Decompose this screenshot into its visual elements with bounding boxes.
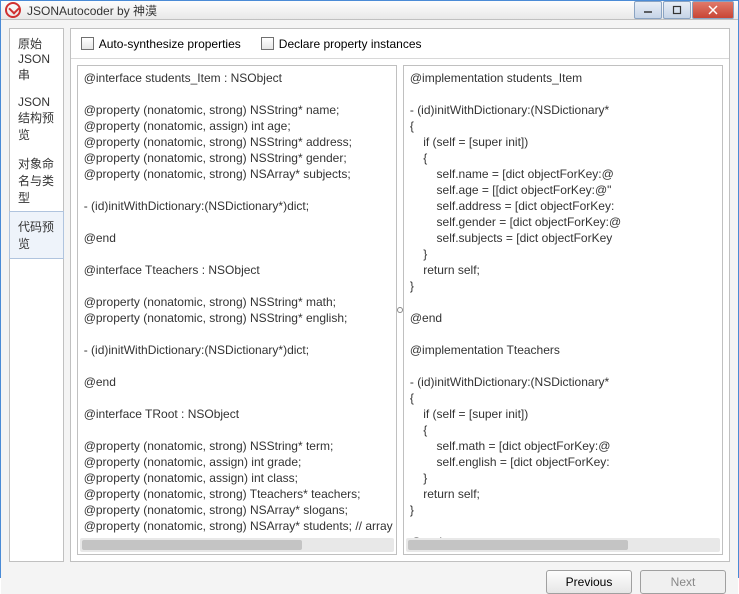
body: 原始JSON串 JSON结构预览 对象命名与类型 代码预览 Auto-synth… [1, 20, 738, 570]
left-code-pane[interactable]: @interface students_Item : NSObject @pro… [77, 65, 397, 555]
declare-instances-label: Declare property instances [279, 37, 422, 51]
previous-button[interactable]: Previous [546, 570, 632, 594]
sidebar-item-naming[interactable]: 对象命名与类型 [10, 149, 63, 212]
auto-synthesize-checkbox[interactable]: Auto-synthesize properties [81, 37, 241, 51]
sidebar: 原始JSON串 JSON结构预览 对象命名与类型 代码预览 [9, 28, 64, 562]
next-button[interactable]: Next [640, 570, 726, 594]
main-panel: Auto-synthesize properties Declare prope… [70, 28, 730, 562]
sidebar-item-code-preview[interactable]: 代码预览 [9, 211, 64, 259]
window-title: JSONAutocoder by 神漠 [27, 2, 634, 19]
close-button[interactable] [692, 1, 734, 19]
maximize-button[interactable] [663, 1, 691, 19]
titlebar[interactable]: JSONAutocoder by 神漠 [1, 1, 738, 20]
sidebar-item-raw-json[interactable]: 原始JSON串 [10, 29, 63, 89]
scrollbar-thumb[interactable] [82, 540, 302, 550]
window-buttons [634, 1, 734, 19]
right-code-pane[interactable]: @implementation students_Item - (id)init… [403, 65, 723, 555]
auto-synthesize-label: Auto-synthesize properties [99, 37, 241, 51]
footer: Previous Next [1, 570, 738, 594]
code-panes: @interface students_Item : NSObject @pro… [71, 59, 729, 561]
app-icon [5, 2, 21, 18]
right-h-scrollbar[interactable] [406, 538, 720, 552]
minimize-button[interactable] [634, 1, 662, 19]
left-h-scrollbar[interactable] [80, 538, 394, 552]
left-code-content[interactable]: @interface students_Item : NSObject @pro… [78, 66, 396, 554]
toolbar: Auto-synthesize properties Declare prope… [71, 29, 729, 59]
right-code-content[interactable]: @implementation students_Item - (id)init… [404, 66, 722, 554]
checkbox-icon [81, 37, 94, 50]
sidebar-item-json-preview[interactable]: JSON结构预览 [10, 89, 63, 149]
app-window: JSONAutocoder by 神漠 原始JSON串 JSON结构预览 对象命… [0, 0, 739, 578]
scrollbar-thumb[interactable] [408, 540, 628, 550]
checkbox-icon [261, 37, 274, 50]
declare-instances-checkbox[interactable]: Declare property instances [261, 37, 422, 51]
